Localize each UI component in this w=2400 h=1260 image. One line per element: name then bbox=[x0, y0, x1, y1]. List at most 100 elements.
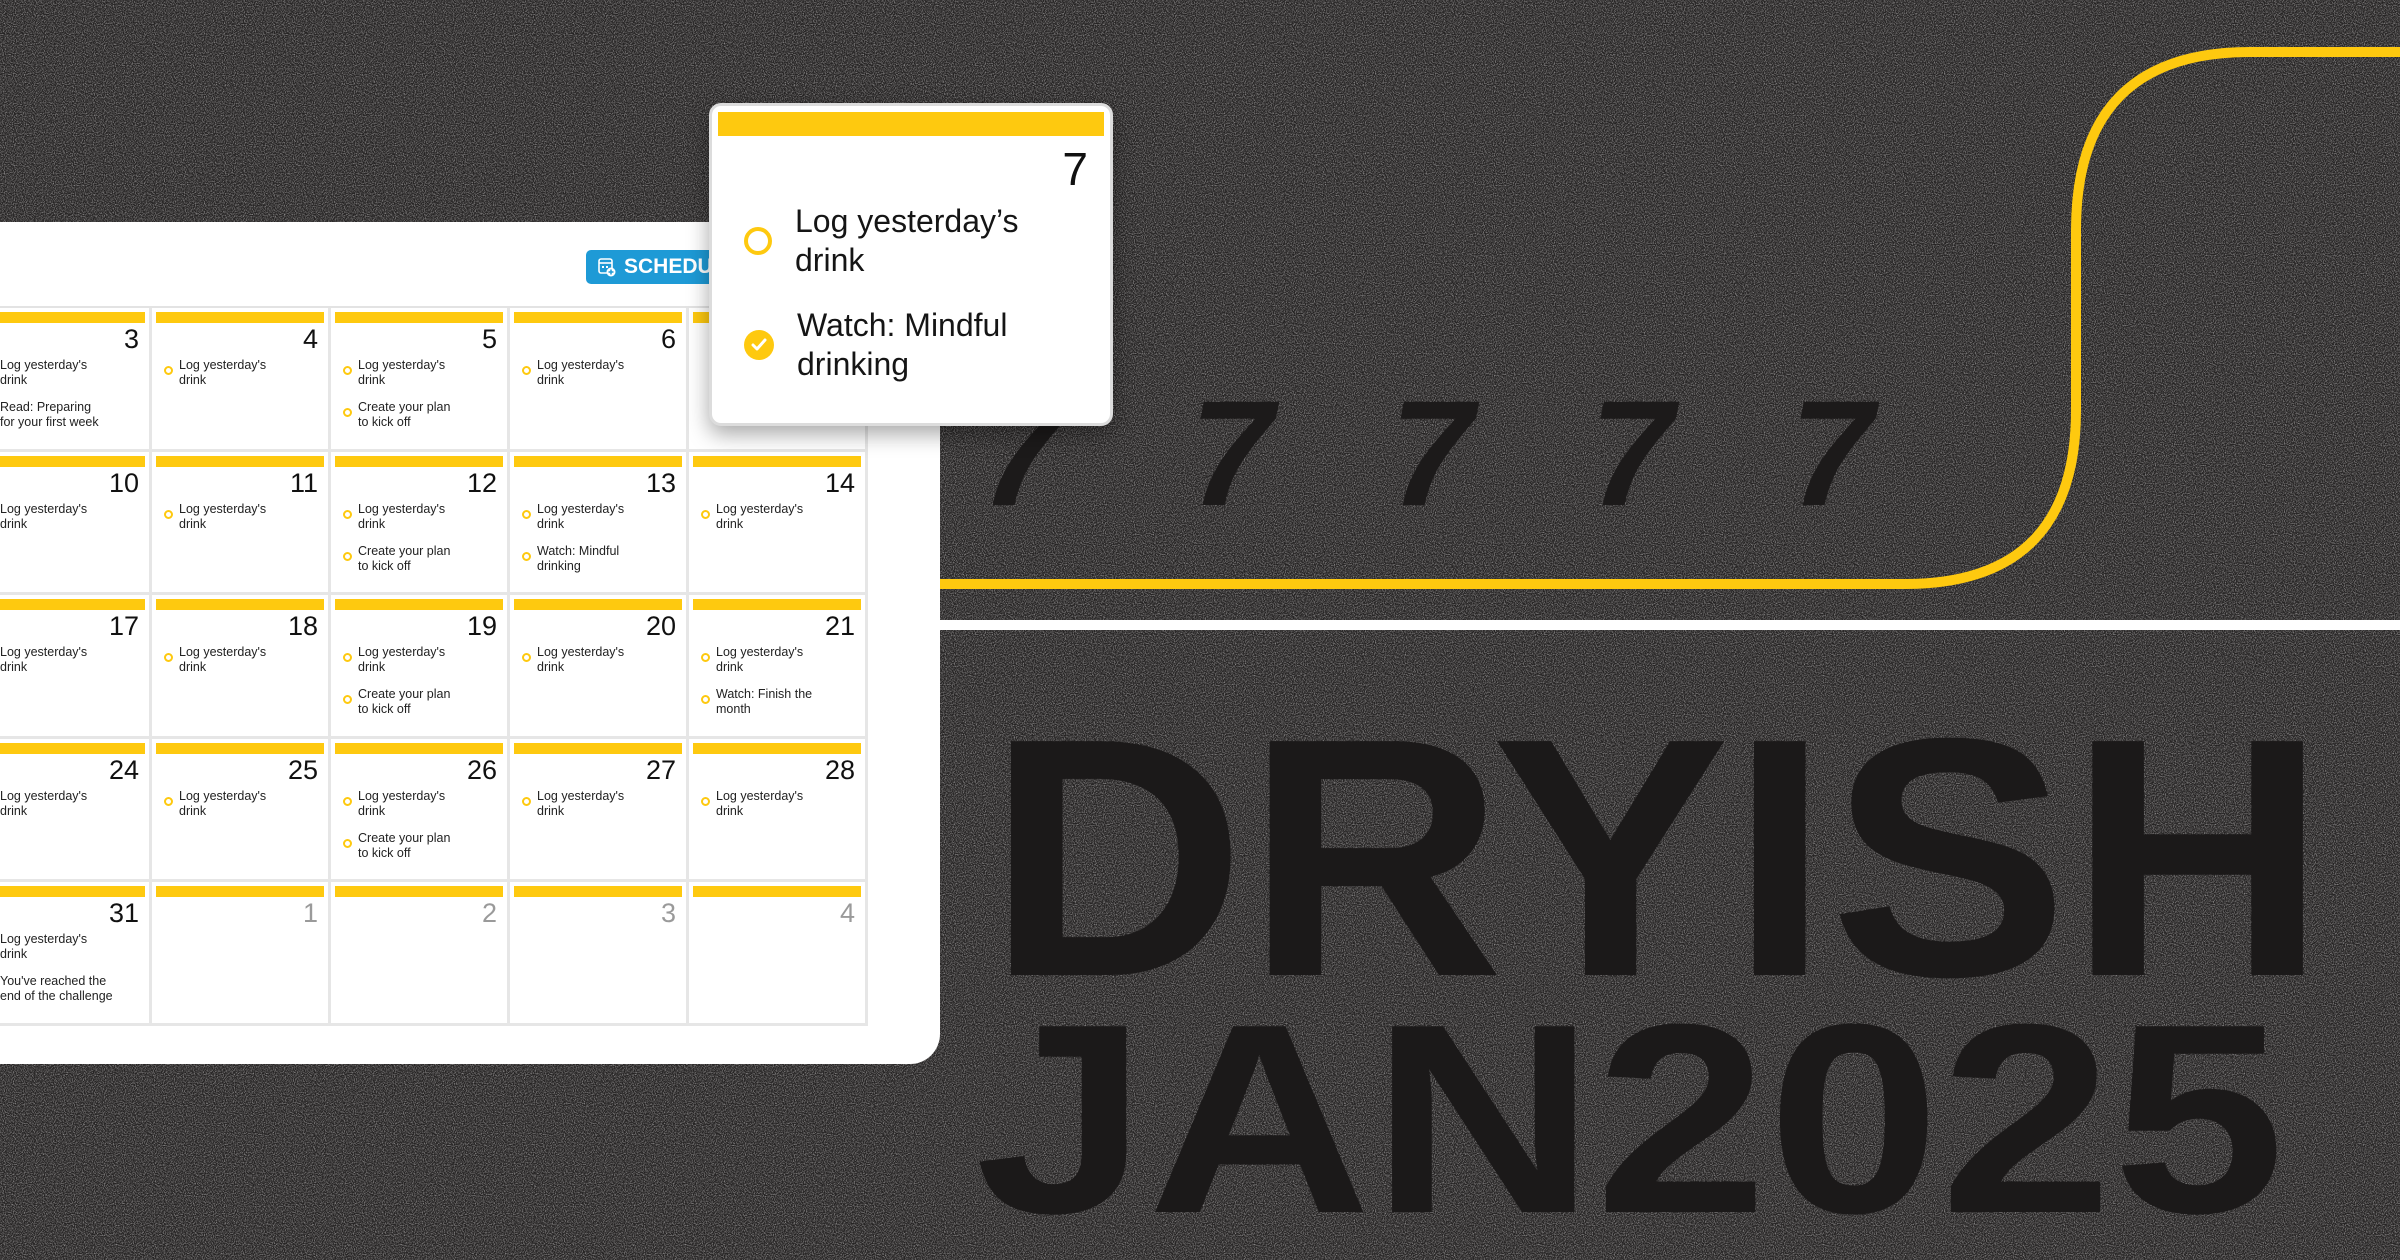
calendar-day-cell[interactable]: 5 Log yesterday's drink Create your plan t… bbox=[331, 308, 510, 452]
incomplete-circle-icon[interactable] bbox=[522, 796, 531, 806]
day-number: 3 bbox=[660, 898, 676, 928]
popup-task-text: Watch: Mindful drinking bbox=[797, 307, 1008, 382]
task-item[interactable]: Log yesterday's drink bbox=[164, 789, 322, 819]
day-number: 2 bbox=[481, 898, 497, 928]
calendar-day-cell[interactable]: 13 Log yesterday's drink Watch: Mindful dr… bbox=[510, 451, 689, 595]
day-number: 19 bbox=[466, 611, 497, 641]
calendar-day-cell[interactable]: 24 Log yesterday's drink bbox=[0, 738, 152, 882]
day-header-bar bbox=[514, 599, 682, 610]
calendar-day-cell[interactable]: 2 bbox=[331, 882, 510, 1026]
task-item[interactable]: Create your plan to kick off bbox=[343, 400, 501, 430]
incomplete-circle-icon[interactable] bbox=[343, 509, 352, 519]
task-item[interactable]: Log yesterday's drink bbox=[522, 645, 680, 675]
popup-task[interactable]: Log yesterday’s drink bbox=[744, 202, 1019, 280]
task-item[interactable]: Create your plan to kick off bbox=[343, 544, 501, 574]
calendar-day-cell[interactable]: 31 Log yesterday's drink You've reached th… bbox=[0, 882, 152, 1026]
checkmark-circle-icon[interactable] bbox=[744, 330, 774, 360]
ghost-glyph: 7 bbox=[1390, 369, 1480, 537]
calendar-day-cell[interactable]: 21 Log yesterday's drink Watch: Finish the… bbox=[689, 595, 868, 739]
task-text: Log yesterday's drink bbox=[358, 645, 446, 674]
calendar-day-cell[interactable]: 12 Log yesterday's drink Create your plan … bbox=[331, 451, 510, 595]
calendar-day-cell[interactable]: 4 Log yesterday's drink bbox=[152, 308, 331, 452]
task-item[interactable]: Log yesterday's drink bbox=[0, 645, 143, 675]
calendar-day-cell[interactable]: 26 Log yesterday's drink Create your plan … bbox=[331, 738, 510, 882]
task-item[interactable]: Log yesterday's drink bbox=[701, 789, 859, 819]
task-item[interactable]: Create your plan to kick off bbox=[343, 831, 501, 861]
task-item[interactable]: Log yesterday's drink bbox=[0, 932, 143, 962]
calendar-day-cell[interactable]: 3 Log yesterday's drink Read: Preparing fo… bbox=[0, 308, 152, 452]
calendar-day-cell[interactable]: 20 Log yesterday's drink bbox=[510, 595, 689, 739]
task-list: Log yesterday's drink You've reached the … bbox=[0, 932, 143, 1016]
incomplete-circle-icon[interactable] bbox=[343, 408, 352, 417]
incomplete-circle-icon[interactable] bbox=[164, 796, 173, 806]
calendar-day-cell[interactable]: 25 Log yesterday's drink bbox=[152, 738, 331, 882]
task-item[interactable]: Log yesterday's drink bbox=[701, 502, 859, 532]
task-text: Log yesterday's drink bbox=[179, 788, 267, 818]
incomplete-circle-icon[interactable] bbox=[701, 653, 710, 662]
day-header-bar bbox=[335, 886, 503, 897]
incomplete-circle-icon[interactable] bbox=[701, 509, 710, 519]
incomplete-circle-icon[interactable] bbox=[343, 838, 352, 848]
incomplete-circle-icon[interactable] bbox=[343, 551, 352, 561]
task-item[interactable]: You've reached the end of the challenge bbox=[0, 974, 143, 1004]
incomplete-circle-icon[interactable] bbox=[343, 366, 352, 375]
day-header-bar bbox=[0, 455, 145, 467]
incomplete-circle-icon[interactable] bbox=[522, 366, 531, 375]
task-item[interactable]: Log yesterday's drink bbox=[343, 789, 501, 819]
calendar-day-cell[interactable]: 18 Log yesterday's drink bbox=[152, 595, 331, 739]
day-header-bar bbox=[514, 312, 682, 323]
task-item[interactable]: Log yesterday's drink bbox=[522, 358, 680, 388]
calendar-day-cell[interactable]: 3 bbox=[510, 882, 689, 1026]
calendar-day-cell[interactable]: 6 Log yesterday's drink bbox=[510, 308, 689, 452]
calendar-day-cell[interactable]: 17 Log yesterday's drink bbox=[0, 595, 152, 739]
task-list: Log yesterday's drink bbox=[522, 789, 680, 831]
incomplete-circle-icon[interactable] bbox=[343, 695, 352, 704]
day-header-bar bbox=[693, 742, 861, 754]
task-item[interactable]: Create your plan to kick off bbox=[343, 687, 501, 717]
task-item[interactable]: Log yesterday's drink bbox=[343, 645, 501, 675]
day-number: 21 bbox=[824, 611, 855, 641]
calendar-day-cell[interactable]: 28 Log yesterday's drink bbox=[689, 738, 868, 882]
task-item[interactable]: Log yesterday's drink bbox=[164, 645, 322, 675]
incomplete-circle-icon[interactable] bbox=[343, 653, 352, 662]
calendar-day-cell[interactable]: 14 Log yesterday's drink bbox=[689, 451, 868, 595]
ghost-glyph: 7 bbox=[1590, 369, 1680, 537]
task-item[interactable]: Log yesterday's drink bbox=[0, 502, 143, 532]
task-item[interactable]: Log yesterday's drink bbox=[343, 502, 501, 532]
incomplete-circle-icon[interactable] bbox=[343, 796, 352, 806]
calendar-day-cell[interactable]: 4 bbox=[689, 882, 868, 1026]
popup-task-text: Log yesterday’s drink bbox=[795, 203, 1019, 278]
task-item[interactable]: Log yesterday's drink bbox=[522, 789, 680, 819]
task-item[interactable]: Log yesterday's drink bbox=[0, 358, 143, 388]
calendar-day-cell[interactable]: 1 bbox=[152, 882, 331, 1026]
incomplete-circle-icon[interactable] bbox=[522, 509, 531, 519]
calendar-day-cell[interactable]: 10 Log yesterday's drink bbox=[0, 451, 152, 595]
task-list: Log yesterday's drink Create your plan to… bbox=[343, 502, 501, 586]
task-item[interactable]: Log yesterday's drink bbox=[0, 789, 143, 819]
task-text: Log yesterday's drink bbox=[537, 358, 625, 387]
incomplete-circle-icon[interactable] bbox=[522, 551, 531, 561]
incomplete-circle-icon[interactable] bbox=[164, 366, 173, 375]
task-item[interactable]: Read: Preparing for your first week bbox=[0, 400, 143, 430]
incomplete-circle-icon[interactable] bbox=[522, 653, 531, 662]
task-item[interactable]: Log yesterday's drink bbox=[522, 502, 680, 532]
calendar-day-cell[interactable]: 27 Log yesterday's drink bbox=[510, 738, 689, 882]
calendar-day-cell[interactable]: 19 Log yesterday's drink Create your plan … bbox=[331, 595, 510, 739]
task-item[interactable]: Log yesterday's drink bbox=[343, 358, 501, 388]
incomplete-circle-icon[interactable] bbox=[164, 653, 173, 662]
day-header-bar bbox=[156, 886, 324, 897]
incomplete-circle-icon[interactable] bbox=[164, 509, 173, 519]
task-item[interactable]: Log yesterday's drink bbox=[164, 502, 322, 532]
task-item[interactable]: Watch: Finish the month bbox=[701, 687, 859, 717]
task-list: Log yesterday's drink Create your plan to… bbox=[343, 789, 501, 873]
incomplete-circle-icon[interactable] bbox=[701, 796, 710, 806]
day-header-bar bbox=[0, 312, 145, 323]
task-item[interactable]: Log yesterday's drink bbox=[701, 645, 859, 675]
task-item[interactable]: Watch: Mindful drinking bbox=[522, 544, 680, 574]
incomplete-circle-icon[interactable] bbox=[744, 227, 772, 255]
popup-task[interactable]: Watch: Mindful drinking bbox=[744, 306, 1007, 384]
task-list: Log yesterday's drink Create your plan to… bbox=[343, 645, 501, 729]
incomplete-circle-icon[interactable] bbox=[701, 695, 710, 704]
task-item[interactable]: Log yesterday's drink bbox=[164, 358, 322, 388]
calendar-day-cell[interactable]: 11 Log yesterday's drink bbox=[152, 451, 331, 595]
